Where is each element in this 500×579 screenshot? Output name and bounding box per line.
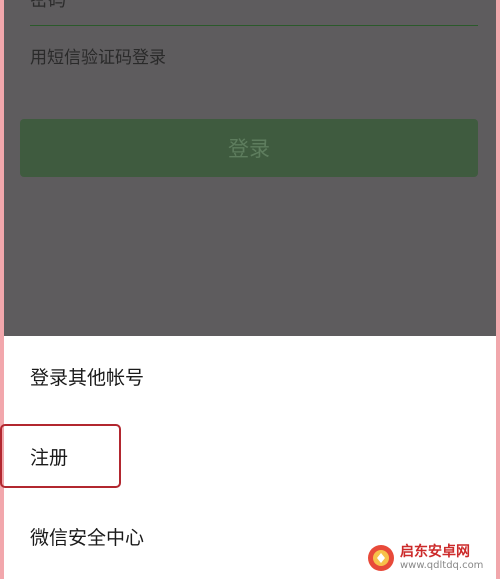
login-button-label: 登录: [228, 137, 270, 161]
login-button[interactable]: 登录: [20, 119, 478, 177]
watermark-title: 启东安卓网: [400, 543, 470, 560]
watermark-logo-icon: [368, 545, 394, 571]
sheet-item-login-other-account[interactable]: 登录其他帐号: [4, 336, 496, 416]
sheet-item-label: 微信安全中心: [30, 526, 145, 549]
phone-screen: 密码 用短信验证码登录 登录 登录其他帐号 注册 微信安全中心: [4, 0, 496, 579]
sheet-item-register[interactable]: 注册: [4, 416, 496, 496]
password-label: 密码: [30, 0, 66, 11]
dimmed-login-page: 密码 用短信验证码登录 登录: [4, 0, 496, 336]
sheet-item-label: 注册: [30, 446, 69, 469]
watermark: 启东安卓网 www.qdltdq.com: [360, 537, 500, 579]
input-underline: [30, 25, 478, 26]
watermark-url: www.qdltdq.com: [400, 560, 484, 572]
sheet-item-label: 登录其他帐号: [30, 366, 145, 389]
sms-login-link[interactable]: 用短信验证码登录: [30, 43, 166, 68]
